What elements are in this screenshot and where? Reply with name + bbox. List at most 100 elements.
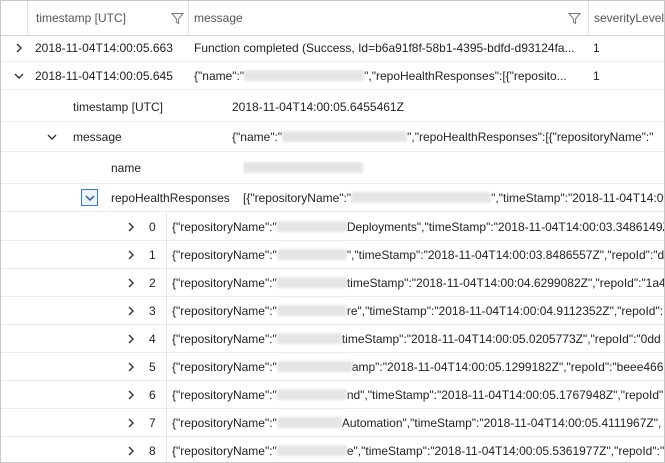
- item-suffix: e","timeStamp":"2018-11-04T14:00:05.5361…: [346, 444, 665, 458]
- list-item[interactable]: 4 {"repositoryName":" timeStamp":"2018-11-…: [1, 325, 664, 353]
- chevron-right-icon[interactable]: [125, 445, 137, 457]
- item-suffix: timeStamp":"2018-11-04T14:00:05.0205773Z…: [341, 332, 661, 346]
- chevron-right-icon[interactable]: [125, 249, 137, 261]
- message-suffix: ","repoHealthResponses":[{"repositoryNam…: [407, 130, 654, 144]
- message-suffix: ","repoHealthResponses":[{"reposito...: [364, 69, 567, 83]
- list-item[interactable]: 3 {"repositoryName":" re","timeStamp":"201…: [1, 297, 664, 325]
- cell-timestamp: 2018-11-04T14:00:05.663: [35, 41, 173, 55]
- detail-value-message: {"name":" ","repoHealthResponses":[{"repo…: [232, 122, 664, 152]
- column-header-message[interactable]: message: [194, 1, 554, 36]
- item-suffix: nd","timeStamp":"2018-11-04T14:00:05.176…: [346, 388, 665, 402]
- results-grid: timestamp [UTC] message severityLevel 20…: [0, 0, 665, 463]
- detail-key-name: name: [111, 161, 142, 175]
- list-item[interactable]: 2 {"repositoryName":" timeStamp":"2018-11-…: [1, 269, 665, 297]
- redacted-text: [276, 277, 347, 288]
- detail-value-timestamp: 2018-11-04T14:00:05.6455461Z: [232, 100, 404, 114]
- redacted-text: [243, 162, 363, 173]
- item-suffix: timeStamp":"2018-11-04T14:00:04.6299082Z…: [346, 276, 665, 290]
- item-suffix: re","timeStamp":"2018-11-04T14:00:04.911…: [346, 304, 664, 318]
- item-suffix: amp":"2018-11-04T14:00:05.1299182Z","rep…: [351, 360, 665, 374]
- chevron-right-icon[interactable]: [125, 361, 137, 373]
- list-item[interactable]: 5 {"repositoryName":" amp":"2018-11-04T14:…: [1, 353, 665, 381]
- item-value: {"repositoryName":" e","timeStamp":"2018-…: [172, 437, 665, 462]
- redacted-text: [276, 445, 347, 456]
- detail-row: timestamp [UTC] 2018-11-04T14:00:05.6455…: [1, 92, 664, 122]
- item-prefix: {"repositoryName":": [172, 304, 277, 318]
- item-suffix: ","timeStamp":"2018-11-04T14:00:03.84865…: [346, 248, 665, 262]
- detail-row[interactable]: message {"name":" ","repoHealthResponses"…: [1, 122, 664, 152]
- item-index: 4: [149, 332, 156, 346]
- detail-key-timestamp: timestamp [UTC]: [73, 100, 164, 114]
- item-value: {"repositoryName":" re","timeStamp":"2018…: [172, 297, 664, 325]
- item-value: {"repositoryName":" timeStamp":"2018-11-0…: [172, 269, 665, 297]
- chevron-right-icon[interactable]: [125, 221, 137, 233]
- redacted-text: [351, 192, 492, 203]
- redacted-text: [276, 361, 352, 372]
- item-suffix: Automation","timeStamp":"2018-11-04T14:0…: [341, 416, 662, 430]
- redacted-text: [276, 417, 342, 428]
- item-index: 7: [149, 416, 156, 430]
- chevron-right-icon[interactable]: [125, 277, 137, 289]
- detail-value-repo-health: [{"repositoryName":" ","timeStamp":"2018-…: [243, 184, 665, 212]
- item-prefix: {"repositoryName":": [172, 444, 277, 458]
- header-separator: [188, 1, 189, 36]
- cell-timestamp: 2018-11-04T14:00:05.645: [35, 69, 173, 83]
- list-item[interactable]: 7 {"repositoryName":" Automation","timeSta…: [1, 409, 664, 437]
- detail-row: name: [1, 152, 664, 184]
- filter-icon[interactable]: [171, 12, 184, 25]
- item-value: {"repositoryName":" amp":"2018-11-04T14:0…: [172, 353, 665, 381]
- chevron-right-icon[interactable]: [125, 305, 137, 317]
- item-index: 1: [149, 248, 156, 262]
- item-prefix: {"repositoryName":": [172, 416, 277, 430]
- filter-icon[interactable]: [568, 12, 581, 25]
- chevron-down-icon[interactable]: [46, 131, 58, 143]
- item-value: {"repositoryName":" Deployments","timeSta…: [172, 213, 665, 241]
- detail-row[interactable]: repoHealthResponses [{"repositoryName":"…: [1, 184, 665, 212]
- list-item[interactable]: 6 {"repositoryName":" nd","timeStamp":"201…: [1, 381, 665, 409]
- list-item[interactable]: 0 {"repositoryName":" Deployments","timeSt…: [1, 213, 665, 241]
- cell-message: {"name":" ","repoHealthResponses":[{"repo…: [194, 62, 586, 90]
- cell-message: Function completed (Success, Id=b6a91f8f…: [194, 41, 575, 55]
- column-header-severity[interactable]: severityLevel: [594, 1, 664, 36]
- header-separator: [588, 1, 589, 36]
- list-item[interactable]: 8 {"repositoryName":" e","timeStamp":"2018…: [1, 437, 665, 462]
- chevron-down-icon[interactable]: [81, 189, 98, 206]
- item-index: 3: [149, 304, 156, 318]
- column-header-timestamp[interactable]: timestamp [UTC]: [36, 1, 166, 36]
- item-value: {"repositoryName":" ","timeStamp":"2018-1…: [172, 241, 665, 269]
- redacted-text: [282, 131, 408, 142]
- item-index: 5: [149, 360, 156, 374]
- item-prefix: {"repositoryName":": [172, 220, 277, 234]
- item-value: {"repositoryName":" Automation","timeStam…: [172, 409, 664, 437]
- chevron-right-icon[interactable]: [125, 417, 137, 429]
- item-index: 0: [149, 220, 156, 234]
- column-divider: [166, 212, 167, 462]
- redacted-text: [276, 221, 347, 232]
- chevron-down-icon[interactable]: [13, 70, 25, 82]
- item-index: 6: [149, 388, 156, 402]
- chevron-right-icon[interactable]: [125, 389, 137, 401]
- item-value: {"repositoryName":" nd","timeStamp":"2018…: [172, 381, 665, 409]
- cell-severity: 1: [593, 69, 600, 83]
- item-prefix: {"repositoryName":": [172, 248, 277, 262]
- redacted-text: [244, 70, 365, 81]
- item-value: {"repositoryName":" timeStamp":"2018-11-0…: [172, 325, 664, 353]
- grid-header: timestamp [UTC] message severityLevel: [1, 1, 664, 36]
- list-item[interactable]: 1 {"repositoryName":" ","timeStamp":"2018-…: [1, 241, 665, 269]
- item-prefix: {"repositoryName":": [172, 276, 277, 290]
- redacted-text: [276, 305, 347, 316]
- table-row[interactable]: 2018-11-04T14:00:05.645 {"name":" ","repo…: [1, 62, 664, 90]
- repo-suffix: ","timeStamp":"2018-11-04T14:00:: [491, 191, 665, 205]
- repo-prefix: [{"repositoryName":": [243, 191, 352, 205]
- item-prefix: {"repositoryName":": [172, 388, 277, 402]
- detail-value-name: [243, 152, 443, 184]
- item-suffix: Deployments","timeStamp":"2018-11-04T14:…: [346, 220, 665, 234]
- item-index: 2: [149, 276, 156, 290]
- redacted-text: [276, 333, 342, 344]
- chevron-right-icon[interactable]: [125, 333, 137, 345]
- table-row[interactable]: 2018-11-04T14:00:05.663 Function complet…: [1, 34, 664, 62]
- detail-key-message: message: [73, 130, 122, 144]
- redacted-text: [276, 389, 347, 400]
- chevron-right-icon[interactable]: [13, 42, 25, 54]
- detail-key-repo-health: repoHealthResponses: [111, 191, 230, 205]
